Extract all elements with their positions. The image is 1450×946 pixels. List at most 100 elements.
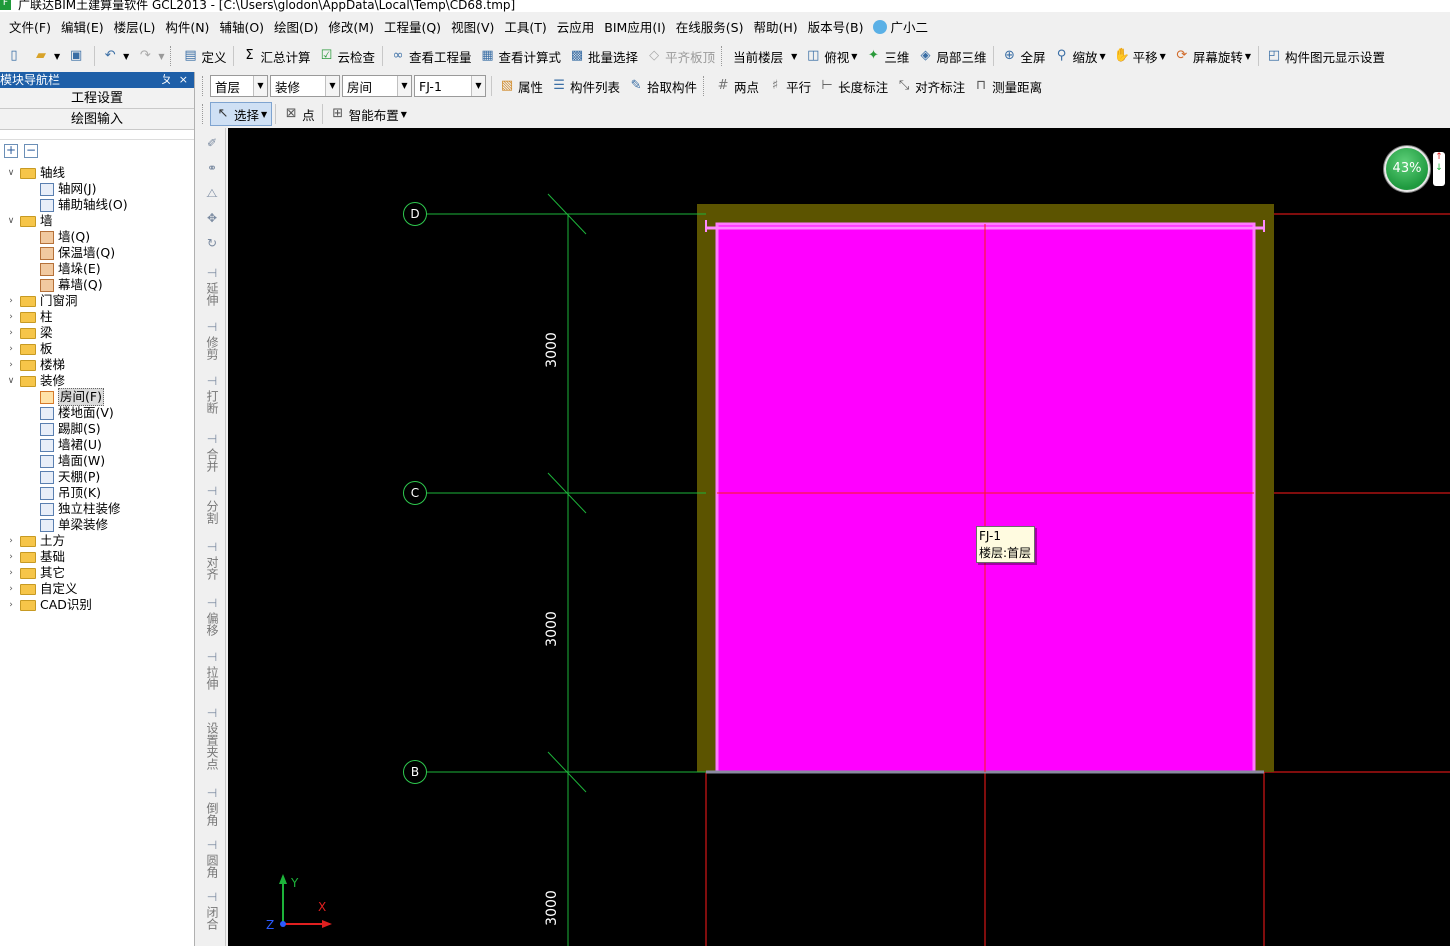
cloud-check-button[interactable]: ☑ 云检查 (315, 44, 380, 68)
tree-item[interactable]: 辅助轴线(O) (40, 197, 128, 213)
tree-folder[interactable]: › 自定义 (6, 581, 77, 597)
chevron-right-icon[interactable]: › (6, 357, 16, 373)
side-tool-button[interactable]: ⊣ 设置夹点 (202, 706, 222, 772)
chevron-right-icon[interactable]: › (6, 325, 16, 341)
tree-item[interactable]: 保温墙(Q) (40, 245, 115, 261)
side-tool-icon[interactable]: ✥ (202, 211, 222, 227)
menu-modify[interactable]: 修改(M) (323, 15, 379, 41)
menu-edit[interactable]: 编辑(E) (56, 15, 109, 41)
chevron-down-icon[interactable]: ∨ (6, 213, 16, 229)
tree-item[interactable]: 墙面(W) (40, 453, 105, 469)
tree-folder[interactable]: › 基础 (6, 549, 65, 565)
tab-drawing-input[interactable]: 绘图输入 (0, 109, 194, 130)
type-select[interactable]: 房间 ▼ (342, 75, 412, 97)
drawing-canvas[interactable]: D C B 3000 3000 3000 FJ-1 楼层:首层 43% ↑ ↓ … (228, 128, 1450, 946)
new-file-button[interactable]: ▯ (2, 44, 29, 68)
two-points-button[interactable]: # 两点 (711, 74, 763, 98)
batch-select-button[interactable]: ▩ 批量选择 (565, 44, 642, 68)
side-tool-button[interactable]: ⊣ 闭合 (202, 890, 222, 932)
chevron-down-icon[interactable]: ∨ (6, 165, 16, 181)
tree-folder[interactable]: › 板 (6, 341, 52, 357)
tree-item[interactable]: 墙垛(E) (40, 261, 101, 277)
tree-folder[interactable]: › 其它 (6, 565, 65, 581)
fullscreen-button[interactable]: ⊕ 全屏 (997, 44, 1049, 68)
sum-calc-button[interactable]: Σ 汇总计算 (237, 44, 314, 68)
view-quantity-button[interactable]: ∞ 查看工程量 (386, 44, 476, 68)
chevron-right-icon[interactable]: › (6, 549, 16, 565)
chevron-right-icon[interactable]: › (6, 565, 16, 581)
zoom-button[interactable]: ⚲ 缩放 ▼ (1049, 44, 1109, 68)
parallel-button[interactable]: ♯ 平行 (763, 74, 815, 98)
open-file-button[interactable]: ▰ ▼ (29, 44, 64, 68)
three-d-button[interactable]: ✦ 三维 (861, 44, 913, 68)
floor-select[interactable]: 首层 ▼ (210, 75, 268, 97)
point-button[interactable]: ⊠ 点 (279, 102, 319, 126)
length-dim-button[interactable]: ⊢ 长度标注 (815, 74, 892, 98)
tree-folder[interactable]: ∨ 轴线 (6, 165, 65, 181)
undo-button[interactable]: ↶ ▼ (98, 44, 133, 68)
tree-folder[interactable]: › 土方 (6, 533, 65, 549)
side-tool-button[interactable]: ⊣ 对齐 (202, 540, 222, 582)
menu-draw[interactable]: 绘图(D) (269, 15, 323, 41)
side-tool-button[interactable]: ⊣ 打断 (202, 374, 222, 416)
tree-item[interactable]: 楼地面(V) (40, 405, 114, 421)
side-tool-button[interactable]: ⊣ 拉伸 (202, 650, 222, 692)
tree-item[interactable]: 单梁装修 (40, 517, 108, 533)
align-dim-button[interactable]: ⤡ 对齐标注 (892, 74, 969, 98)
tree-folder[interactable]: › 楼梯 (6, 357, 65, 373)
tree-folder[interactable]: › 梁 (6, 325, 52, 341)
select-button[interactable]: ↖ 选择 ▼ (210, 102, 273, 126)
pin-icon[interactable]: ㄆ (161, 72, 172, 88)
collapse-all-icon[interactable]: − (24, 143, 38, 158)
side-tool-button[interactable]: ⊣ 偏移 (202, 596, 222, 638)
pan-button[interactable]: ✋ 平移 ▼ (1110, 44, 1170, 68)
view-formula-button[interactable]: ▦ 查看计算式 (476, 44, 566, 68)
menu-bim[interactable]: BIM应用(I) (599, 15, 671, 41)
tree-item[interactable]: 墙(Q) (40, 229, 90, 245)
chevron-right-icon[interactable]: › (6, 309, 16, 325)
tree-folder[interactable]: › 门窗洞 (6, 293, 77, 309)
side-tool-button[interactable]: ⊣ 延伸 (202, 266, 222, 308)
current-floor-button[interactable]: 当前楼层 ▼ (729, 44, 801, 68)
tree-item[interactable]: 轴网(J) (40, 181, 96, 197)
chevron-right-icon[interactable]: › (6, 293, 16, 309)
side-tool-button[interactable]: ⊣ 圆角 (202, 838, 222, 880)
tree-item[interactable]: 房间(F) (40, 388, 104, 406)
close-icon[interactable]: × (179, 72, 188, 88)
tree-folder[interactable]: ∨ 装修 (6, 373, 65, 389)
tree-item[interactable]: 幕墙(Q) (40, 277, 103, 293)
zoom-step-control[interactable]: ↑ ↓ (1433, 152, 1445, 186)
chevron-down-icon[interactable]: ∨ (6, 373, 16, 389)
local-3d-button[interactable]: ◈ 局部三维 (913, 44, 990, 68)
menu-tools[interactable]: 工具(T) (499, 15, 551, 41)
component-select[interactable]: FJ-1 ▼ (414, 75, 486, 97)
screen-rotate-button[interactable]: ⟳ 屏幕旋转 ▼ (1170, 44, 1255, 68)
top-view-button[interactable]: ◫ 俯视 ▼ (801, 44, 861, 68)
category-select[interactable]: 装修 ▼ (270, 75, 340, 97)
side-tool-button[interactable]: ⊣ 分割 (202, 484, 222, 526)
menu-aux-axis[interactable]: 辅轴(O) (214, 15, 269, 41)
menu-component[interactable]: 构件(N) (160, 15, 214, 41)
menu-cloud[interactable]: 云应用 (552, 15, 600, 41)
tree-item[interactable]: 踢脚(S) (40, 421, 101, 437)
menu-file[interactable]: 文件(F) (4, 15, 56, 41)
align-top-button[interactable]: ◇ 平齐板顶 (642, 44, 719, 68)
menu-assistant[interactable]: 广小二 (868, 15, 933, 41)
menu-quantity[interactable]: 工程量(Q) (379, 15, 446, 41)
expand-all-icon[interactable]: + (4, 143, 18, 158)
properties-button[interactable]: ▧ 属性 (495, 74, 547, 98)
menu-help[interactable]: 帮助(H) (748, 15, 802, 41)
define-button[interactable]: ▤ 定义 (178, 44, 230, 68)
menu-version[interactable]: 版本号(B) (803, 15, 869, 41)
redo-button[interactable]: ↷ ▼ (133, 44, 168, 68)
zoom-indicator[interactable]: 43% (1384, 146, 1430, 192)
tree-item[interactable]: 墙裙(U) (40, 437, 102, 453)
chevron-right-icon[interactable]: › (6, 581, 16, 597)
tree-folder[interactable]: › 柱 (6, 309, 52, 325)
chevron-right-icon[interactable]: › (6, 533, 16, 549)
side-tool-icon[interactable]: ✐ (202, 136, 222, 152)
tab-project-settings[interactable]: 工程设置 (0, 88, 194, 109)
side-tool-button[interactable]: ⊣ 倒角 (202, 786, 222, 828)
chevron-right-icon[interactable]: › (6, 597, 16, 613)
menu-floor[interactable]: 楼层(L) (109, 15, 161, 41)
